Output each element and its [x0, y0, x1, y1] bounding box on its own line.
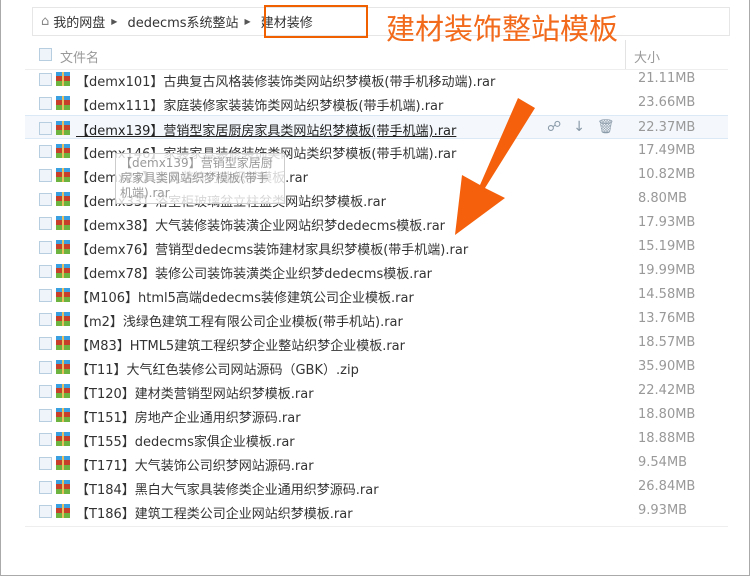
arrow-annotation: [455, 98, 535, 235]
arrow-shape: [455, 98, 535, 235]
